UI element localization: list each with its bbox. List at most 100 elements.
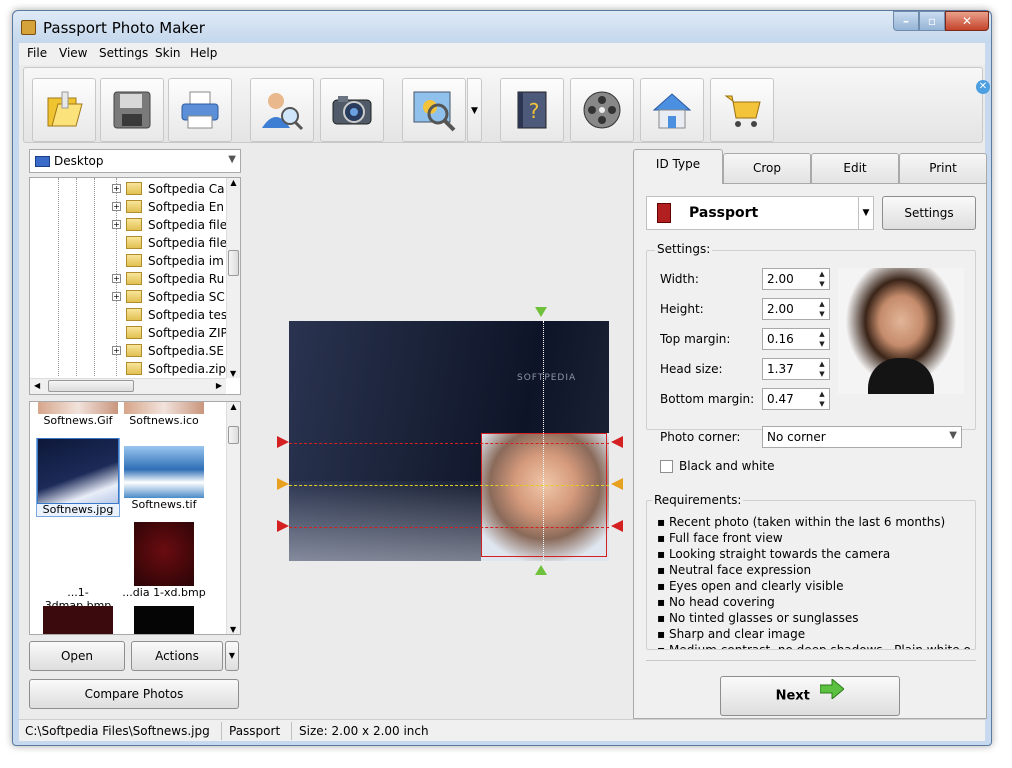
file-thumb[interactable] [122,606,206,634]
actions-button[interactable]: Actions [131,641,223,671]
location-combo[interactable]: Desktop ▼ [29,149,241,173]
image-zoom-button[interactable] [402,78,466,142]
home-button[interactable] [640,78,704,142]
compare-photos-button[interactable]: Compare Photos [29,679,239,709]
file-thumb[interactable] [36,606,120,634]
right-top-handle-icon[interactable] [611,436,623,448]
crop-frame[interactable] [481,433,607,557]
menu-settings[interactable]: Settings [99,46,148,60]
close-button[interactable]: ✕ [945,11,989,31]
requirement-text: Sharp and clear image [668,627,806,641]
video-reel-button[interactable] [570,78,634,142]
tree-item[interactable]: + Softpedia.SE [30,342,230,360]
thumbnail-image [124,402,204,414]
expand-icon[interactable]: + [112,346,121,355]
menu-skin[interactable]: Skin [155,46,181,60]
expand-icon[interactable]: + [112,292,121,301]
stepper-arrows-icon[interactable]: ▲ ▼ [815,299,829,319]
tree-item[interactable]: Softpedia ZIP [30,324,230,342]
requirement-item: ▪ Medium contrast, no deep shadows . Pla… [657,643,971,650]
bottom-handle-icon[interactable] [535,565,547,575]
file-thumb[interactable]: ...1-3dmap.bmp [36,522,120,612]
settings-button[interactable]: Settings [882,196,976,230]
head-size-stepper[interactable]: 1.37 ▲ ▼ [762,358,830,380]
image-zoom-dropdown[interactable]: ▼ [467,78,482,142]
menu-help[interactable]: Help [190,46,217,60]
tab-edit[interactable]: Edit [811,153,899,183]
files-vscroll-thumb[interactable] [228,426,239,444]
bullet-icon: ▪ [657,643,669,650]
left-top-handle-icon[interactable] [277,436,289,448]
black-white-checkbox[interactable] [660,460,673,473]
shopping-cart-button[interactable] [710,78,774,142]
file-thumb-selected[interactable]: Softnews.jpg [36,438,120,517]
people-search-button[interactable] [250,78,314,142]
actions-dropdown[interactable]: ▼ [225,641,239,671]
tree-item[interactable]: Softpedia im [30,252,230,270]
expand-icon[interactable]: + [112,202,121,211]
tree-item[interactable]: Softpedia.zip [30,360,230,378]
document-type-combo[interactable]: Passport [646,196,872,230]
tree-item[interactable]: + Softpedia SC [30,288,230,306]
svg-text:?: ? [529,99,540,123]
requirement-text: No tinted glasses or sunglasses [668,611,859,625]
menu-file[interactable]: File [27,46,47,60]
width-stepper[interactable]: 2.00 ▲ ▼ [762,268,830,290]
top-handle-icon[interactable] [535,307,547,317]
photo-corner-select[interactable]: No corner ▼ [762,426,962,448]
toolbar-close-icon[interactable]: ✕ [976,80,990,94]
stepper-arrows-icon[interactable]: ▲ ▼ [815,269,829,289]
id-type-page: Passport ▼ Settings Settings: Width: 2.0… [633,183,987,719]
tree-item[interactable]: Softpedia tes [30,306,230,324]
tab-print[interactable]: Print [899,153,987,183]
tree-vscroll[interactable]: ▲ ▼ [226,178,240,378]
stepper-arrows-icon[interactable]: ▲ ▼ [815,329,829,349]
save-button[interactable] [100,78,164,142]
files-vscroll[interactable]: ▲ ▼ [226,402,240,634]
expand-icon[interactable]: + [112,274,121,283]
source-photo[interactable]: SOFTPEDIA [289,321,609,561]
tab-id-type[interactable]: ID Type [633,149,723,184]
status-bar: C:\Softpedia Files\Softnews.jpg Passport… [19,719,985,741]
left-chin-handle-icon[interactable] [277,520,289,532]
tree-item[interactable]: + Softpedia Ca [30,180,230,198]
expand-icon[interactable]: + [112,184,121,193]
right-eye-handle-icon[interactable] [611,478,623,490]
client-area: File View Settings Skin Help ▼ ? ✕ Deskt… [19,43,990,741]
folder-icon [126,272,142,285]
open-button[interactable]: Open [29,641,125,671]
camera-button[interactable] [320,78,384,142]
document-type-dropdown[interactable]: ▼ [858,196,874,230]
open-folder-button[interactable] [32,78,96,142]
right-chin-handle-icon[interactable] [611,520,623,532]
tree-item[interactable]: + Softpedia Ru [30,270,230,288]
folder-icon [126,326,142,339]
next-button[interactable]: Next [720,676,900,716]
tree-item[interactable]: Softpedia file [30,234,230,252]
height-stepper[interactable]: 2.00 ▲ ▼ [762,298,830,320]
tree-hscroll[interactable]: ◀ ▶ [30,378,226,394]
photo-canvas[interactable]: SOFTPEDIA [255,149,631,727]
tab-crop[interactable]: Crop [723,153,811,183]
maximize-button[interactable]: ▫ [919,11,945,31]
file-thumb[interactable]: ...dia 1-xd.bmp [122,522,206,599]
tree-hscroll-thumb[interactable] [48,380,134,392]
print-button[interactable] [168,78,232,142]
minimize-button[interactable]: – [893,11,919,31]
title-bar[interactable]: Passport Photo Maker – ▫ ✕ [13,11,991,43]
tree-item[interactable]: + Softpedia file [30,216,230,234]
help-book-button[interactable]: ? [500,78,564,142]
tree-item[interactable]: + Softpedia En [30,198,230,216]
expand-icon[interactable]: + [112,220,121,229]
left-eye-handle-icon[interactable] [277,478,289,490]
bottom-margin-stepper[interactable]: 0.47 ▲ ▼ [762,388,830,410]
tree-vscroll-thumb[interactable] [228,250,239,276]
top-margin-stepper[interactable]: 0.16 ▲ ▼ [762,328,830,350]
menu-view[interactable]: View [59,46,87,60]
file-thumb[interactable]: Softnews.ico [122,402,206,427]
photo-watermark: SOFTPEDIA [517,373,577,383]
file-thumb[interactable]: Softnews.tif [122,440,206,511]
stepper-arrows-icon[interactable]: ▲ ▼ [815,359,829,379]
file-thumb[interactable]: Softnews.Gif [36,402,120,427]
stepper-arrows-icon[interactable]: ▲ ▼ [815,389,829,409]
